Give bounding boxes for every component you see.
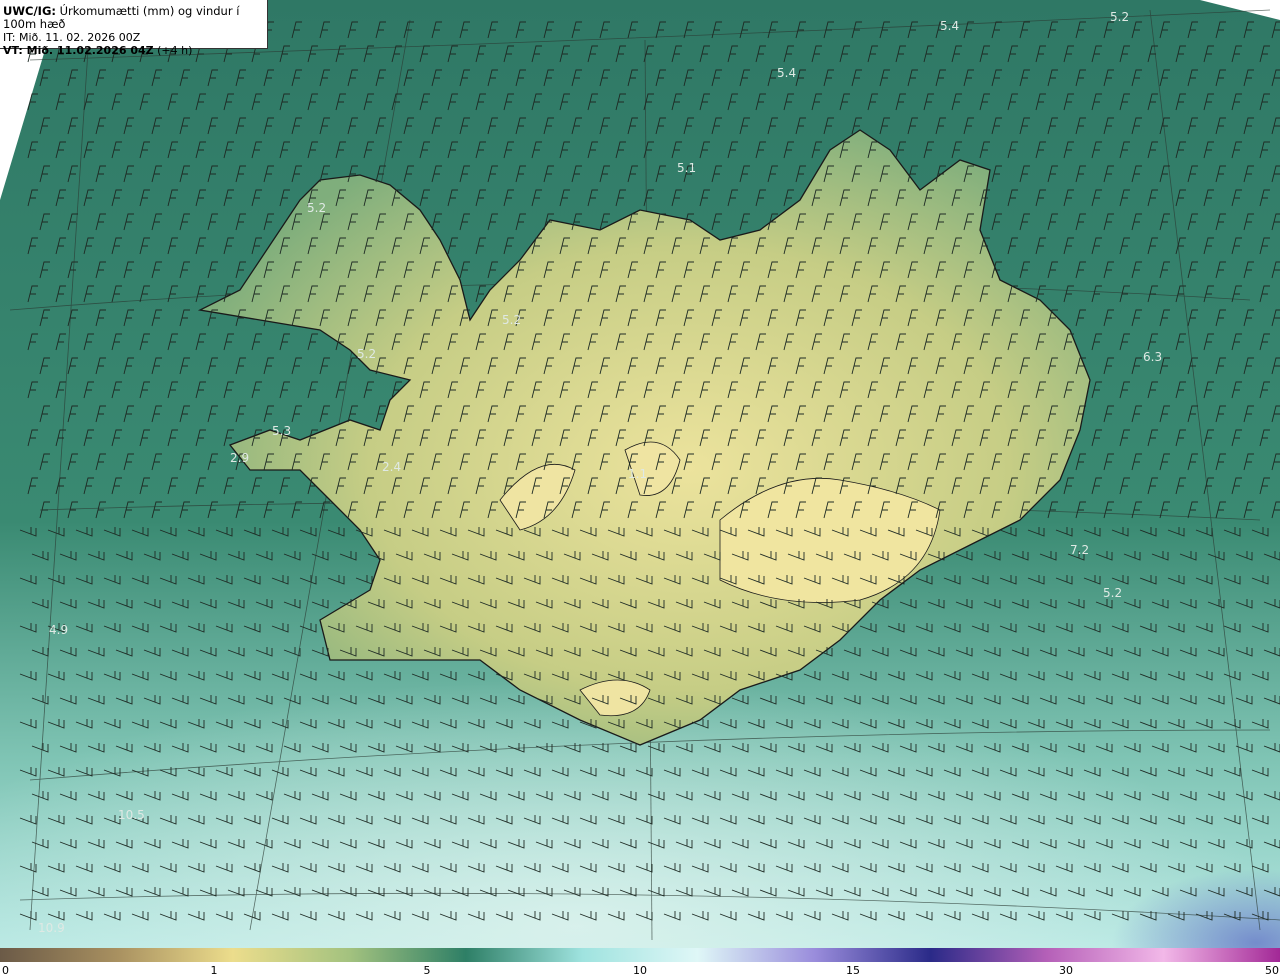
map-value-label: 5.2 <box>1110 10 1129 24</box>
product-title: UWC/IG: Úrkomumætti (mm) og vindur í 100… <box>3 4 240 31</box>
map-value-label: 5.3 <box>272 424 291 438</box>
map-value-label: 5.2 <box>1103 586 1122 600</box>
colorbar-tick-15: 15 <box>846 964 860 977</box>
map-value-label: 4.9 <box>49 623 68 637</box>
colorbar-tick-50: 50 <box>1265 964 1279 977</box>
map-header: UWC/IG: Úrkomumætti (mm) og vindur í 100… <box>0 0 268 57</box>
colorbar-tick-0: 0 <box>2 964 9 977</box>
map-value-label: 5.2 <box>502 313 521 327</box>
colorbar: 0 1 5 10 15 30 50 <box>0 948 1280 978</box>
map-value-label: 5.2 <box>307 201 326 215</box>
valid-time: VT: Mið. 11.02.2026 04Z (+4 h) <box>3 44 193 57</box>
map-value-label: 5.4 <box>777 66 796 80</box>
map-value-label: 2.9 <box>230 451 249 465</box>
precipitable-water-map: 5.4 5.2 5.4 5.1 5.2 5.2 5.2 5.3 2.9 2.4 1.1 6.3 7.2 5… <box>0 0 1280 948</box>
map-value-label: 5.1 <box>677 161 696 175</box>
colorbar-gradient <box>0 948 1280 962</box>
colorbar-tick-30: 30 <box>1059 964 1073 977</box>
map-value-label: 5.4 <box>940 19 959 33</box>
map-value-label: 10.5 <box>118 808 145 822</box>
map-value-label: 10.9 <box>38 921 65 935</box>
initial-time: IT: Mið. 11. 02. 2026 00Z <box>3 31 141 44</box>
map-value-label: 7.2 <box>1070 543 1089 557</box>
colorbar-tick-1: 1 <box>210 964 218 977</box>
colorbar-tick-10: 10 <box>633 964 647 977</box>
map-value-label: 1.1 <box>628 467 647 481</box>
map-value-label: 5.2 <box>357 347 376 361</box>
map-value-label: 6.3 <box>1143 350 1162 364</box>
map-value-label: 2.4 <box>382 460 401 474</box>
colorbar-tick-5: 5 <box>423 964 431 977</box>
